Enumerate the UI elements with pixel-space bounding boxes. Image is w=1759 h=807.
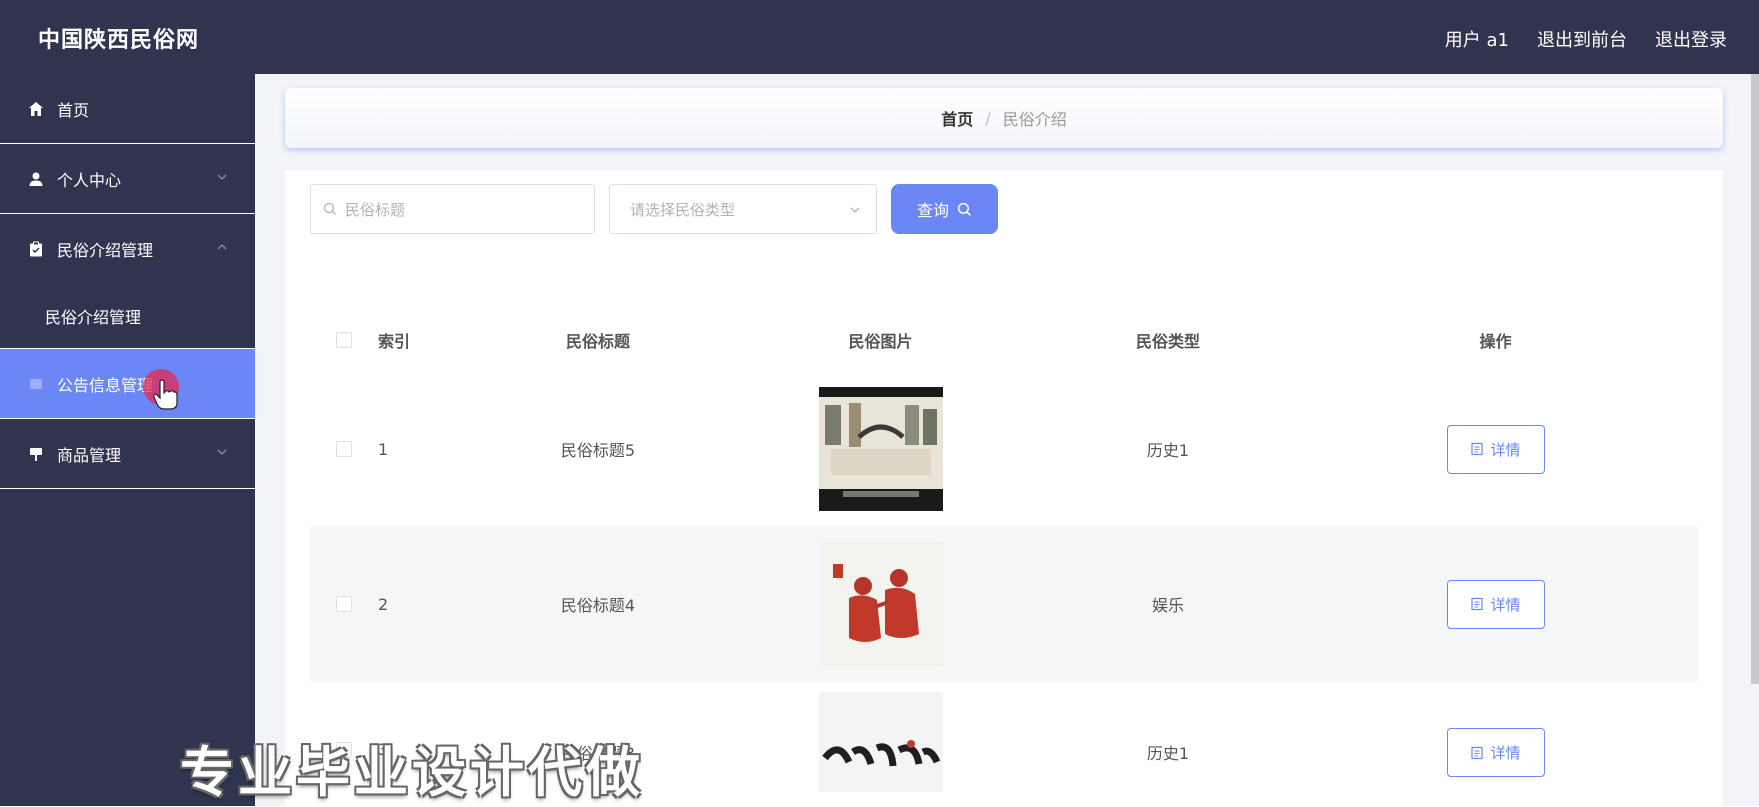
query-button-label: 查询 <box>916 201 949 220</box>
sidebar-item-folk-intro[interactable]: 民俗介绍管理 <box>0 214 255 284</box>
query-button[interactable]: 查询 <box>891 184 998 234</box>
row-type: 历史1 <box>1146 744 1190 763</box>
table-row: 2 民俗标题4 娱乐 详情 <box>310 526 1698 682</box>
document-icon <box>1471 597 1484 611</box>
table-row: 1 民俗标题5 历史1 详情 <box>310 372 1698 526</box>
sidebar-item-label: 商品管理 <box>57 445 122 465</box>
row-checkbox[interactable] <box>336 596 352 612</box>
row-checkbox[interactable] <box>336 441 352 457</box>
logout-link[interactable]: 退出登录 <box>1655 26 1727 52</box>
page-scrollbar[interactable] <box>1751 74 1759 684</box>
row-index: 2 <box>378 594 389 614</box>
main-area: 首页 / 民俗介绍 民俗标题 请选择民俗类型 查询 索引 民俗标题 民俗图片 民… <box>255 74 1759 806</box>
detail-button-label: 详情 <box>1490 595 1521 614</box>
folk-image <box>818 692 943 792</box>
document-icon <box>1471 442 1484 456</box>
type-select-placeholder: 请选择民俗类型 <box>630 200 736 219</box>
sidebar-item-label: 公告信息管理 <box>57 375 154 395</box>
sidebar-item-label: 民俗介绍管理 <box>57 241 154 260</box>
detail-button[interactable]: 详情 <box>1446 728 1545 777</box>
chevron-down-icon <box>217 449 227 455</box>
sidebar-item-label: 个人中心 <box>57 170 122 190</box>
sidebar-item-label: 民俗介绍管理 <box>45 308 142 327</box>
row-index: 1 <box>378 439 389 459</box>
sidebar-item-home[interactable]: 首页 <box>0 74 255 144</box>
select-all-checkbox[interactable] <box>336 332 352 348</box>
title-search-placeholder: 民俗标题 <box>345 200 406 219</box>
search-bar: 民俗标题 请选择民俗类型 查询 <box>310 184 998 234</box>
document-icon <box>1471 746 1484 759</box>
type-select[interactable]: 请选择民俗类型 <box>609 184 877 234</box>
search-icon <box>957 202 971 216</box>
detail-button-label: 详情 <box>1490 440 1521 459</box>
breadcrumb-separator: / <box>985 108 991 128</box>
watermark-text: 专业毕业设计代做 <box>180 741 644 804</box>
folk-image <box>818 387 943 511</box>
folk-image <box>818 542 943 666</box>
site-brand: 中国陕西民俗网 <box>38 28 200 53</box>
sidebar-item-label: 首页 <box>57 100 90 120</box>
user-label[interactable]: 用户 a1 <box>1445 26 1509 52</box>
header-image: 民俗图片 <box>848 332 913 351</box>
sidebar-subitem-folk-intro-manage[interactable]: 民俗介绍管理 <box>0 284 255 349</box>
chevron-down-icon <box>850 207 860 213</box>
hand-cursor-icon <box>153 379 178 410</box>
row-title: 民俗标题5 <box>560 441 636 460</box>
content-panel: 民俗标题 请选择民俗类型 查询 索引 民俗标题 民俗图片 民俗类型 操作 1 民… <box>285 170 1723 806</box>
home-icon <box>27 100 45 118</box>
breadcrumb-home[interactable]: 首页 <box>941 106 973 130</box>
chevron-down-icon <box>217 174 227 180</box>
goods-icon <box>27 445 45 463</box>
detail-button[interactable]: 详情 <box>1446 579 1545 629</box>
title-search-input[interactable]: 民俗标题 <box>310 184 595 234</box>
folk-table: 索引 民俗标题 民俗图片 民俗类型 操作 1 民俗标题5 历史1 详情 2 民俗… <box>310 308 1698 792</box>
sidebar: 首页 个人中心 民俗介绍管理 民俗介绍管理 公告信息管理 商品管理 <box>0 74 255 806</box>
exit-to-front-link[interactable]: 退出到前台 <box>1537 26 1627 52</box>
row-type: 娱乐 <box>1151 596 1184 615</box>
sidebar-item-personal-center[interactable]: 个人中心 <box>0 144 255 214</box>
header-type: 民俗类型 <box>1135 332 1200 351</box>
detail-button-label: 详情 <box>1490 744 1521 762</box>
top-bar: 中国陕西民俗网 用户 a1 退出到前台 退出登录 <box>0 0 1759 74</box>
search-icon <box>323 202 336 215</box>
table-header: 索引 民俗标题 民俗图片 民俗类型 操作 <box>310 308 1698 372</box>
detail-button[interactable]: 详情 <box>1446 424 1545 474</box>
top-actions: 用户 a1 退出到前台 退出登录 <box>1445 26 1727 52</box>
header-title: 民俗标题 <box>565 332 630 351</box>
header-action: 操作 <box>1479 332 1512 351</box>
row-title: 民俗标题4 <box>560 596 636 615</box>
breadcrumb-current: 民俗介绍 <box>1002 110 1067 129</box>
header-index: 索引 <box>378 332 411 351</box>
row-type: 历史1 <box>1146 441 1190 460</box>
user-icon <box>27 170 45 188</box>
breadcrumb: 首页 / 民俗介绍 <box>285 88 1723 148</box>
notice-icon <box>27 375 45 393</box>
chevron-up-icon <box>217 244 227 250</box>
sidebar-item-goods[interactable]: 商品管理 <box>0 419 255 489</box>
sidebar-item-notice[interactable]: 公告信息管理 <box>0 349 255 419</box>
clipboard-icon <box>27 240 45 258</box>
